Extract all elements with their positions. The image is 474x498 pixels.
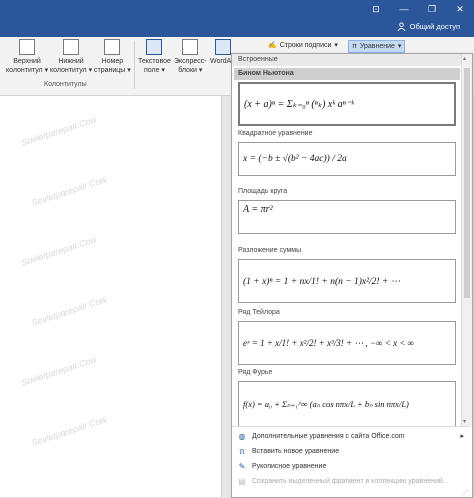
equation-button[interactable]: π Уравнение ▾	[348, 40, 406, 53]
header-label-1: Верхний	[13, 58, 41, 65]
equation-label: Уравнение	[359, 43, 395, 50]
text-box-label-1: Текстовое	[138, 58, 171, 65]
equation-title: Квадратное уравнение	[238, 130, 313, 137]
equation-preview: (x + a)ⁿ = Σₖ₌₀ⁿ (ⁿₖ) xᵏ aⁿ⁻ᵏ	[238, 82, 456, 126]
pi-icon: π	[352, 43, 357, 50]
header-button[interactable]: Верхний колонтитул ▾	[6, 39, 48, 75]
menu-item-label: Рукописное уравнение	[252, 462, 327, 470]
resize-grip-icon[interactable]: ⋰	[463, 489, 469, 496]
menu-item-insert-new-equation[interactable]: π Вставить новое уравнение	[238, 445, 339, 457]
quick-parts-label-1: Экспресс-	[174, 58, 207, 65]
quick-parts-icon	[182, 39, 199, 55]
footer-icon	[63, 39, 80, 55]
footer-button[interactable]: Нижний колонтитул ▾	[50, 39, 92, 75]
menu-item-save-selection[interactable]: ▤ Сохранить выделенный фрагмент в коллек…	[238, 475, 449, 487]
equation-item-circle-area[interactable]: Площадь круга A = πr²	[234, 186, 460, 234]
text-box-button[interactable]: Текстовое поле ▾	[138, 39, 171, 75]
menu-item-label: Вставить новое уравнение	[252, 447, 340, 455]
watermark: Sovietparepair.Cow	[20, 114, 98, 148]
equation-title: Ряд Тейлора	[238, 309, 280, 316]
equation-preview: x = (−b ± √(b² − 4ac)) / 2a	[238, 142, 456, 176]
signature-line-icon: ✍	[268, 42, 277, 49]
menu-item-more-equations[interactable]: ◍ Дополнительные уравнения с сайта Offic…	[238, 430, 465, 442]
signature-line-button[interactable]: ✍ Строки подписи ▾	[265, 40, 341, 51]
close-icon[interactable]: ✕	[454, 4, 466, 15]
title-bar: ⊡ — ❐ ✕ Общий доступ	[0, 0, 474, 37]
watermark: Sovietparepair.Cow	[30, 294, 108, 328]
signature-line-label: Строки подписи	[279, 42, 332, 49]
quick-parts-button[interactable]: Экспресс- блоки ▾	[174, 39, 207, 75]
chevron-down-icon: ▾	[334, 42, 338, 49]
equation-gallery: Встроенные ▴ ▾ Бином Ньютона (x + a)ⁿ = …	[231, 53, 473, 498]
share-label: Общий доступ	[409, 22, 460, 31]
pi-icon: π	[239, 446, 245, 456]
chevron-down-icon: ▾	[397, 43, 402, 50]
equation-title: Ряд Фурье	[238, 369, 273, 376]
page-number-icon	[104, 39, 121, 55]
header-icon	[19, 39, 36, 55]
share-button[interactable]: Общий доступ	[397, 22, 460, 31]
equation-item-fourier[interactable]: Ряд Фурье f(x) = a₀ + Σₙ₌₁^∞ (aₙ cos nπx…	[234, 367, 460, 427]
watermark: Sovietparepair.Cow	[20, 234, 98, 268]
text-box-icon	[146, 39, 163, 55]
minimize-icon[interactable]: —	[398, 4, 410, 15]
menu-item-ink-equation[interactable]: ✎ Рукописное уравнение	[238, 460, 327, 472]
equation-item-binomial[interactable]: Бином Ньютона (x + a)ⁿ = Σₖ₌₀ⁿ (ⁿₖ) xᵏ a…	[234, 68, 460, 126]
watermark: Sovietparepair.Cow	[20, 354, 98, 388]
equation-title: Разложение суммы	[238, 247, 302, 254]
document-page[interactable]: Sovietparepair.Cow Sovietparepair.Cow So…	[0, 96, 222, 497]
quick-parts-label-2: блоки ▾	[178, 67, 203, 74]
equation-title: Площадь круга	[238, 188, 288, 195]
page-number-label-2: страницы ▾	[94, 67, 131, 74]
equation-item-quadratic[interactable]: Квадратное уравнение x = (−b ± √(b² − 4a…	[234, 128, 460, 176]
equation-preview: eˣ = 1 + x/1! + x²/2! + x³/3! + ⋯ , −∞ <…	[238, 321, 456, 365]
text-box-label-2: поле ▾	[143, 67, 165, 74]
equation-item-sum-expansion[interactable]: Разложение суммы (1 + x)ⁿ = 1 + nx/1! + …	[234, 245, 460, 303]
gallery-section-header: Встроенные	[232, 54, 466, 66]
restore-icon[interactable]: ❐	[426, 4, 438, 15]
pen-icon: ✎	[238, 461, 246, 471]
scrollbar-thumb[interactable]	[464, 68, 470, 298]
ribbon-display-icon[interactable]: ⊡	[370, 4, 382, 15]
headers-footers-group-label: Колонтитулы	[44, 81, 87, 88]
equation-preview: f(x) = a₀ + Σₙ₌₁^∞ (aₙ cos nπx/L + bₙ si…	[238, 381, 456, 427]
group-divider	[134, 41, 135, 89]
equation-menu: ◍ Дополнительные уравнения с сайта Offic…	[232, 426, 470, 497]
equation-preview: A = πr²	[238, 200, 456, 234]
page-number-label-1: Номер	[101, 58, 124, 65]
globe-doc-icon: ◍	[238, 431, 246, 441]
scroll-down-icon[interactable]: ▾	[463, 418, 466, 425]
equation-item-taylor[interactable]: Ряд Тейлора eˣ = 1 + x/1! + x²/2! + x³/3…	[234, 307, 460, 365]
menu-item-label: Дополнительные уравнения с сайта Office.…	[252, 432, 405, 440]
scroll-up-icon[interactable]: ▴	[463, 55, 466, 62]
footer-label-1: Нижний	[58, 58, 84, 65]
menu-item-label: Сохранить выделенный фрагмент в коллекци…	[252, 477, 449, 485]
footer-label-2: колонтитул ▾	[50, 67, 93, 74]
watermark: Sovietparepair.Cow	[30, 414, 108, 448]
page-number-button[interactable]: Номер страницы ▾	[94, 39, 131, 75]
gallery-scrollbar[interactable]: ▴ ▾	[461, 54, 472, 426]
watermark: Sovietparepair.Cow	[30, 174, 108, 208]
equation-title: Бином Ньютона	[234, 68, 460, 80]
header-label-2: колонтитул ▾	[6, 67, 49, 74]
wordart-icon	[214, 39, 231, 55]
equation-preview: (1 + x)ⁿ = 1 + nx/1! + n(n − 1)x²/2! + ⋯	[238, 259, 456, 303]
save-selection-icon: ▤	[238, 476, 246, 486]
chevron-right-icon: ▸	[460, 433, 464, 440]
window-controls: ⊡ — ❐ ✕	[370, 4, 466, 15]
share-person-icon	[397, 22, 406, 31]
